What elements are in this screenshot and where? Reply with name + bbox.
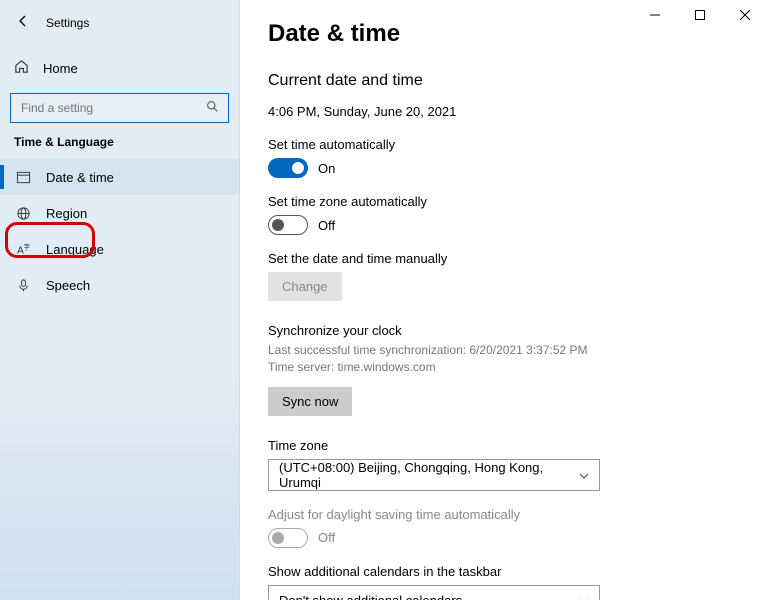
calendars-value: Don't show additional calendars — [279, 593, 462, 600]
sidebar-item-date-time[interactable]: Date & time — [0, 159, 239, 195]
sidebar: Settings Home Time & Language Date & tim… — [0, 0, 240, 600]
sidebar-item-speech[interactable]: Speech — [0, 267, 239, 303]
auto-tz-toggle[interactable] — [268, 215, 308, 235]
dst-label: Adjust for daylight saving time automati… — [268, 507, 739, 522]
change-button[interactable]: Change — [268, 272, 342, 301]
auto-tz-state: Off — [318, 218, 335, 233]
window-title: Settings — [46, 16, 89, 30]
chevron-down-icon — [579, 468, 589, 482]
sync-heading: Synchronize your clock — [268, 323, 739, 338]
globe-icon — [14, 206, 32, 221]
tz-label: Time zone — [268, 438, 739, 453]
home-label: Home — [43, 61, 78, 76]
svg-text:字: 字 — [23, 242, 30, 251]
dst-toggle — [268, 528, 308, 548]
calendars-dropdown[interactable]: Don't show additional calendars — [268, 585, 600, 600]
close-button[interactable] — [722, 0, 767, 30]
home-icon — [14, 59, 29, 77]
auto-time-label: Set time automatically — [268, 137, 739, 152]
search-icon — [206, 100, 219, 116]
maximize-button[interactable] — [677, 0, 722, 30]
sidebar-item-language[interactable]: A字 Language — [0, 231, 239, 267]
chevron-down-icon — [579, 594, 589, 600]
timezone-dropdown[interactable]: (UTC+08:00) Beijing, Chongqing, Hong Kon… — [268, 459, 600, 491]
sidebar-item-label: Language — [46, 242, 104, 257]
sync-now-button[interactable]: Sync now — [268, 387, 352, 416]
sidebar-item-label: Date & time — [46, 170, 114, 185]
back-button[interactable] — [8, 8, 38, 37]
dst-state: Off — [318, 530, 335, 545]
language-icon: A字 — [14, 242, 32, 257]
sync-last: Last successful time synchronization: 6/… — [268, 342, 739, 359]
calendars-label: Show additional calendars in the taskbar — [268, 564, 739, 579]
sync-server: Time server: time.windows.com — [268, 359, 739, 376]
auto-time-toggle[interactable] — [268, 158, 308, 178]
manual-label: Set the date and time manually — [268, 251, 739, 266]
auto-tz-label: Set time zone automatically — [268, 194, 739, 209]
auto-time-state: On — [318, 161, 335, 176]
section-head: Time & Language — [0, 135, 239, 159]
timezone-value: (UTC+08:00) Beijing, Chongqing, Hong Kon… — [279, 460, 579, 490]
current-datetime: 4:06 PM, Sunday, June 20, 2021 — [268, 104, 739, 119]
microphone-icon — [14, 278, 32, 293]
sidebar-item-label: Region — [46, 206, 87, 221]
minimize-button[interactable] — [632, 0, 677, 30]
sidebar-item-home[interactable]: Home — [0, 51, 239, 85]
search-input[interactable] — [10, 93, 229, 123]
main-panel: Date & time Current date and time 4:06 P… — [240, 0, 767, 600]
sidebar-item-region[interactable]: Region — [0, 195, 239, 231]
sidebar-item-label: Speech — [46, 278, 90, 293]
current-heading: Current date and time — [268, 72, 739, 90]
calendar-clock-icon — [14, 170, 32, 185]
